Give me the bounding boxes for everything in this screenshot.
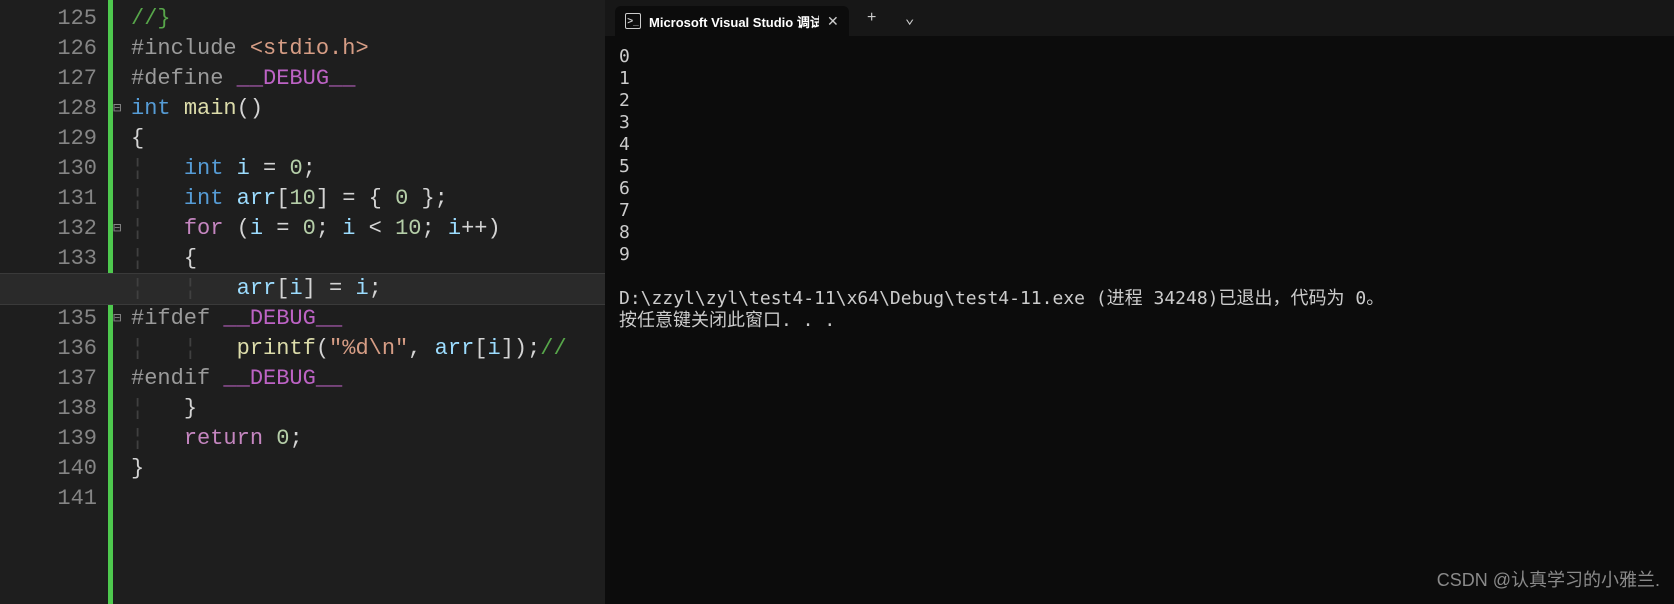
fold-spacer [113,4,131,34]
fold-spacer [113,64,131,94]
line-number: 125 [0,4,97,34]
code-line[interactable]: #endif __DEBUG__ [131,364,605,394]
code-line[interactable]: ¦ } [131,394,605,424]
code-line[interactable] [131,484,605,514]
code-line[interactable]: } [131,454,605,484]
fold-toggle-icon[interactable]: ⊟ [113,214,131,244]
code-line[interactable]: //} [131,4,605,34]
line-number: 126 [0,34,97,64]
fold-spacer [113,364,131,394]
code-line[interactable]: ¦ ¦ printf("%d\n", arr[i]);// [131,334,605,364]
line-number: 131 [0,184,97,214]
fold-spacer [113,394,131,424]
line-number: 139 [0,424,97,454]
fold-spacer [113,334,131,364]
code-line[interactable]: #include <stdio.h> [131,34,605,64]
tab-dropdown-button[interactable]: ⌄ [895,3,925,33]
fold-toggle-icon[interactable]: ⊟ [113,94,131,124]
line-number: 140 [0,454,97,484]
code-line[interactable]: ¦ int arr[10] = { 0 }; [131,184,605,214]
fold-spacer [113,154,131,184]
close-tab-icon[interactable]: ✕ [827,13,839,30]
line-number: 135 [0,304,97,334]
line-number: 137 [0,364,97,394]
line-number: 130 [0,154,97,184]
line-number: 138 [0,394,97,424]
line-number: 132 [0,214,97,244]
code-editor[interactable]: 1251261271281291301311321331341351361371… [0,0,605,604]
new-tab-button[interactable]: + [857,3,887,33]
fold-spacer [113,484,131,514]
terminal-output[interactable]: 0 1 2 3 4 5 6 7 8 9 D:\zzyl\zyl\test4-11… [605,36,1674,342]
code-content[interactable]: //}#include <stdio.h>#define __DEBUG__in… [131,0,605,604]
fold-spacer [113,124,131,154]
line-number: 136 [0,334,97,364]
code-line[interactable]: ¦ { [131,244,605,274]
code-line[interactable]: #define __DEBUG__ [131,64,605,94]
code-line[interactable]: ¦ return 0; [131,424,605,454]
code-line[interactable]: ¦ int i = 0; [131,154,605,184]
terminal-tab-title: Microsoft Visual Studio 调试 [649,12,819,31]
line-number: 127 [0,64,97,94]
code-line[interactable]: ¦ ¦ arr[i] = i; [0,274,605,304]
code-line[interactable]: { [131,124,605,154]
watermark-text: CSDN @认真学习的小雅兰. [1437,566,1660,592]
line-number: 129 [0,124,97,154]
line-number: 133 [0,244,97,274]
code-line[interactable]: int main() [131,94,605,124]
fold-spacer [113,454,131,484]
code-line[interactable]: ¦ for (i = 0; i < 10; i++) [131,214,605,244]
fold-spacer [113,424,131,454]
code-line[interactable]: #ifdef __DEBUG__ [131,304,605,334]
terminal-panel: >_ Microsoft Visual Studio 调试 ✕ + ⌄ 0 1 … [605,0,1674,604]
fold-spacer [113,184,131,214]
cmd-icon: >_ [625,13,641,29]
fold-toggle-icon[interactable]: ⊟ [113,304,131,334]
line-number: 141 [0,484,97,514]
line-number: 128 [0,94,97,124]
terminal-tab-active[interactable]: >_ Microsoft Visual Studio 调试 ✕ [615,6,849,36]
fold-spacer [113,34,131,64]
fold-spacer [113,244,131,274]
terminal-tab-bar: >_ Microsoft Visual Studio 调试 ✕ + ⌄ [605,0,1674,36]
